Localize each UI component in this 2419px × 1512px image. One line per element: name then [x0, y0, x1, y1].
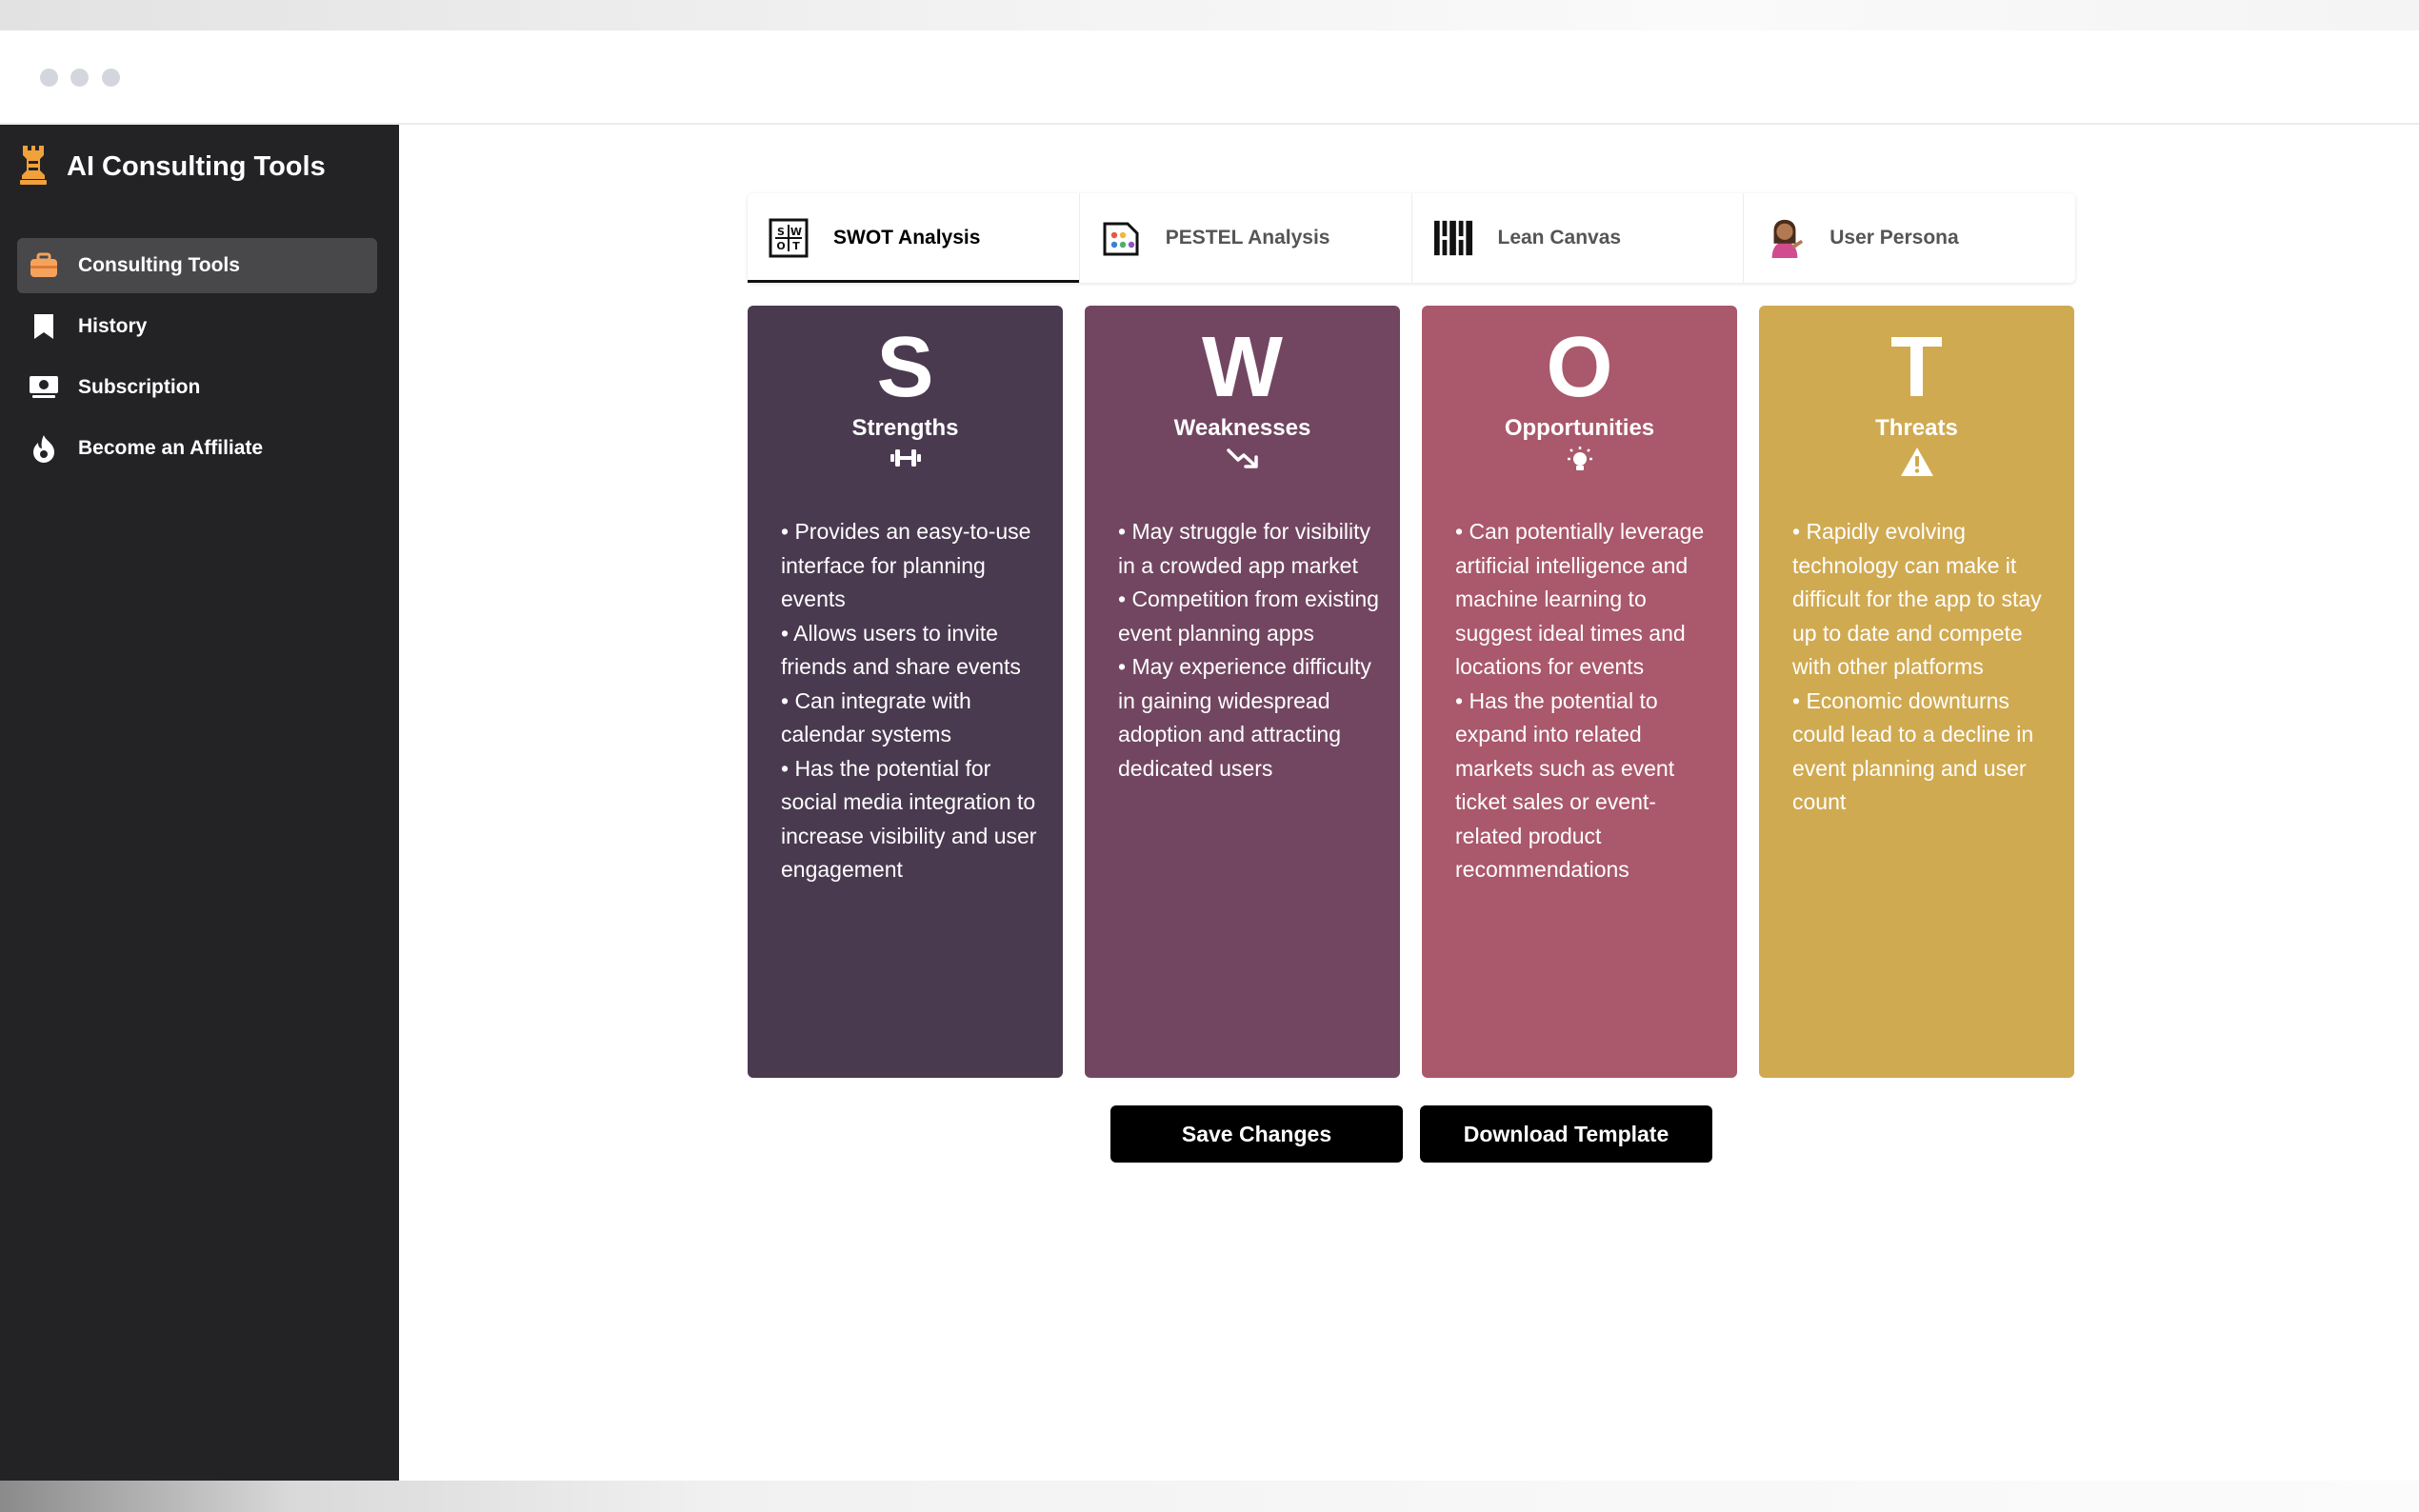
tab-label: SWOT Analysis	[833, 227, 981, 249]
svg-text:T: T	[792, 240, 800, 252]
card-title: Opportunities	[1504, 415, 1655, 441]
card-title: Strengths	[851, 415, 959, 441]
persona-emoji-icon	[1765, 218, 1805, 258]
tab-swot-analysis[interactable]: S W O T SWOT Analysis	[748, 193, 1080, 283]
pestel-dots-icon	[1101, 218, 1141, 258]
card-letter: T	[1890, 320, 1943, 415]
brand[interactable]: AI Consulting Tools	[17, 144, 326, 189]
swot-card-opportunities: O Opportunities • Can potentially levera…	[1422, 306, 1737, 1078]
lean-canvas-icon	[1433, 218, 1473, 258]
card-text[interactable]: • Rapidly evolving technology can make i…	[1792, 515, 2053, 820]
window-titlebar	[0, 30, 2419, 125]
fire-icon	[29, 433, 59, 464]
brand-title: AI Consulting Tools	[67, 150, 326, 182]
tab-label: Lean Canvas	[1497, 227, 1622, 249]
dumbbell-icon	[748, 447, 1063, 469]
svg-text:S: S	[777, 226, 785, 238]
screen-bottom-strip	[0, 1481, 2419, 1512]
sidebar-item-history[interactable]: History	[17, 299, 377, 354]
sidebar-item-label: Subscription	[78, 376, 201, 398]
swot-card-weaknesses: W Weaknesses • May struggle for visibili…	[1085, 306, 1400, 1078]
swot-card-strengths: S Strengths • Provides an easy-to-use in…	[748, 306, 1063, 1078]
card-letter: O	[1546, 320, 1613, 415]
card-title: Threats	[1875, 415, 1958, 441]
sidebar: AI Consulting Tools Consulting Tools His…	[0, 125, 399, 1481]
bookmark-icon	[29, 311, 59, 342]
card-text[interactable]: • Provides an easy-to-use interface for …	[781, 515, 1042, 887]
sidebar-item-label: History	[78, 315, 148, 337]
sidebar-item-subscription[interactable]: Subscription	[17, 360, 377, 415]
swot-grid-icon: S W O T	[769, 218, 809, 258]
sidebar-item-become-an-affiliate[interactable]: Become an Affiliate	[17, 421, 377, 476]
minimize-dot[interactable]	[70, 69, 89, 87]
card-text[interactable]: • Can potentially leverage artificial in…	[1455, 515, 1716, 887]
tab-label: PESTEL Analysis	[1165, 227, 1330, 249]
card-text[interactable]: • May struggle for visibility in a crowd…	[1118, 515, 1379, 786]
svg-text:O: O	[776, 240, 785, 252]
tool-tabs: S W O T SWOT Analysis PESTEL Analysis Le…	[748, 193, 2075, 283]
card-letter: W	[1202, 320, 1283, 415]
card-title: Weaknesses	[1173, 415, 1311, 441]
close-dot[interactable]	[40, 69, 58, 87]
sidebar-item-label: Consulting Tools	[78, 254, 240, 276]
warning-icon	[1759, 447, 2074, 477]
chess-rook-icon	[17, 144, 50, 190]
maximize-dot[interactable]	[102, 69, 120, 87]
tab-label: User Persona	[1829, 227, 1959, 249]
save-changes-button[interactable]: Save Changes	[1110, 1105, 1403, 1163]
tab-pestel-analysis[interactable]: PESTEL Analysis	[1080, 193, 1412, 283]
tab-lean-canvas[interactable]: Lean Canvas	[1412, 193, 1745, 283]
sidebar-item-consulting-tools[interactable]: Consulting Tools	[17, 238, 377, 293]
swot-card-threats: T Threats • Rapidly evolving technology …	[1759, 306, 2074, 1078]
screen-top-strip	[0, 0, 2419, 30]
card-letter: S	[876, 320, 934, 415]
briefcase-icon	[29, 250, 59, 281]
trend-down-icon	[1085, 447, 1400, 469]
svg-text:W: W	[790, 226, 802, 238]
tab-user-persona[interactable]: User Persona	[1744, 193, 2075, 283]
download-template-button[interactable]: Download Template	[1420, 1105, 1712, 1163]
money-bill-icon	[29, 372, 59, 403]
lightbulb-icon	[1422, 447, 1737, 475]
sidebar-item-label: Become an Affiliate	[78, 437, 264, 459]
